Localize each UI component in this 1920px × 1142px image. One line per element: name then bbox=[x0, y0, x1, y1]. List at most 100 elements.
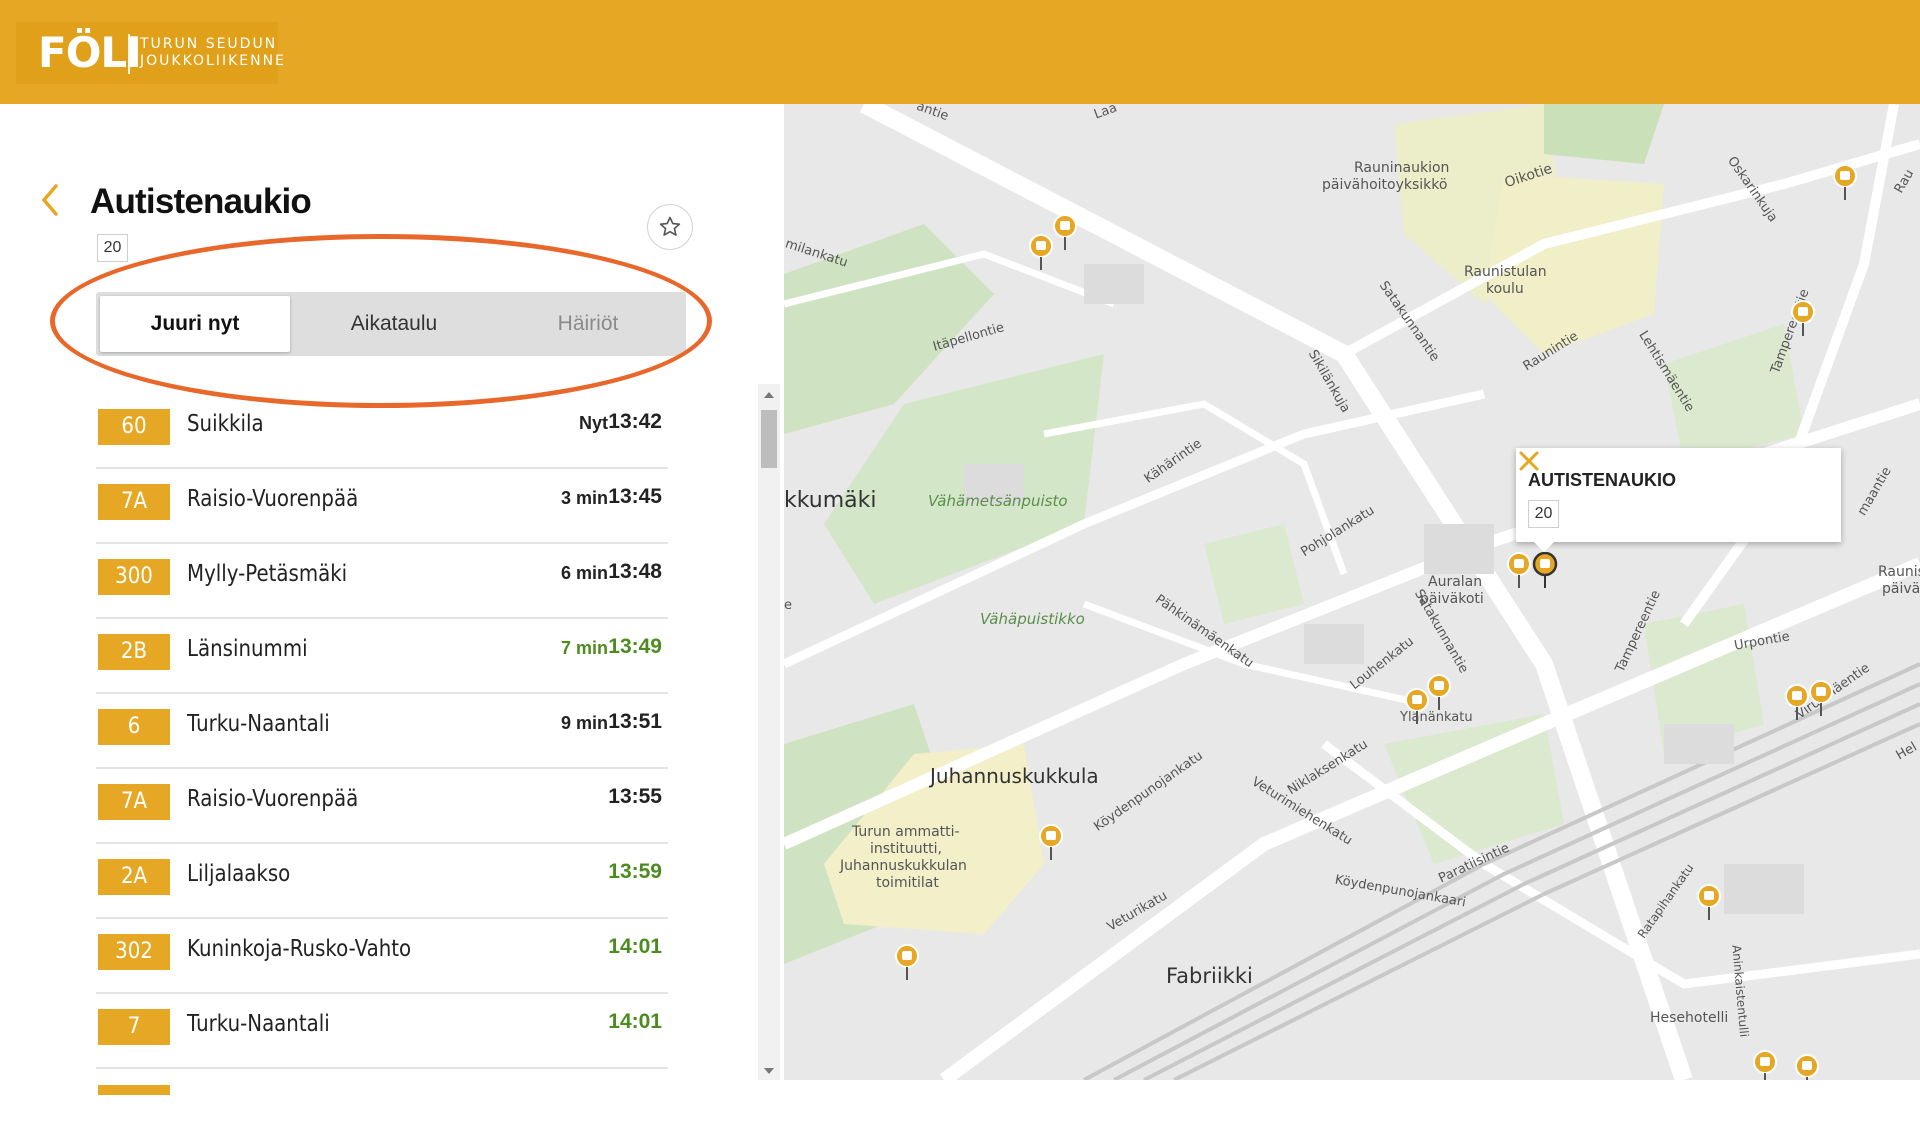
destination: Kuninkoja-Rusko-Vahto bbox=[187, 936, 412, 962]
tab-bar: Juuri nyt Aikataulu Häiriöt bbox=[96, 292, 686, 356]
map-label: Juhannuskukkulan bbox=[840, 858, 967, 874]
bus-stop-pin-icon[interactable] bbox=[1696, 884, 1722, 922]
minutes-until: Nyt bbox=[578, 413, 608, 433]
map-label: päivä bbox=[1882, 581, 1920, 597]
line-badge bbox=[98, 1085, 170, 1095]
stop-popup: AUTISTENAUKIO 20 bbox=[1516, 448, 1841, 552]
line-badge: 2B bbox=[98, 634, 170, 670]
departure-row-partial[interactable] bbox=[96, 1067, 668, 1142]
back-button[interactable] bbox=[36, 180, 66, 220]
bus-stop-pin-icon[interactable] bbox=[1794, 1054, 1820, 1080]
map-label: päivähoitoyksikkö bbox=[1322, 177, 1448, 193]
map-label: Vähämetsänpuisto bbox=[928, 492, 1068, 510]
departure-row[interactable]: 300 Mylly-Petäsmäki 6 min 13:48 bbox=[96, 542, 668, 619]
line-badge: 2A bbox=[98, 859, 170, 895]
stop-panel: Autistenaukio 20 Juuri nyt Aikataulu Häi… bbox=[0, 104, 784, 1095]
departure-row[interactable]: 2B Länsinummi 7 min 13:49 bbox=[96, 617, 668, 694]
bus-stop-pin-icon[interactable] bbox=[1052, 214, 1078, 252]
destination: Länsinummi bbox=[187, 636, 308, 662]
minutes-until: 9 min bbox=[560, 713, 608, 733]
map-label: Rauninaukion bbox=[1354, 160, 1450, 176]
map-label: e bbox=[784, 598, 792, 613]
logo-subtitle: TURUN SEUDUN JOUKKOLIIKENNE bbox=[140, 36, 286, 70]
tab-hairiot[interactable]: Häiriöt bbox=[492, 292, 684, 356]
list-scrollbar[interactable] bbox=[758, 384, 780, 1080]
line-badge: 302 bbox=[98, 934, 170, 970]
logo-sub-line-1: TURUN SEUDUN bbox=[140, 36, 278, 52]
map-label: Fabriikki bbox=[1166, 964, 1253, 988]
line-badge: 7A bbox=[98, 484, 170, 520]
bus-stop-pin-icon[interactable] bbox=[1808, 680, 1834, 718]
popup-stop-number: 20 bbox=[1528, 500, 1559, 528]
favorite-button[interactable] bbox=[647, 204, 693, 250]
map-label: instituutti, bbox=[870, 841, 942, 857]
stop-number-badge: 20 bbox=[97, 234, 128, 262]
destination: Raisio-Vuorenpää bbox=[187, 786, 359, 812]
bus-stop-pin-icon[interactable] bbox=[1790, 300, 1816, 338]
line-badge: 300 bbox=[98, 559, 170, 595]
bus-stop-pin-icon[interactable] bbox=[1506, 552, 1532, 590]
map-label: Juhannuskukkula bbox=[930, 764, 1099, 788]
departure-time: 14:01 bbox=[608, 1010, 662, 1033]
minutes-until: 6 min bbox=[560, 563, 608, 583]
logo-sub-line-2: JOUKKOLIIKENNE bbox=[140, 53, 286, 69]
scroll-down-arrow-icon[interactable] bbox=[764, 1068, 774, 1074]
foli-logo[interactable]: FÖLI TURUN SEUDUN JOUKKOLIIKENNE bbox=[16, 22, 284, 84]
map-label: Auralan bbox=[1428, 574, 1483, 590]
departure-time: 13:42 bbox=[608, 410, 662, 433]
map-label: kkumäki bbox=[784, 488, 877, 513]
departure-time: 13:51 bbox=[608, 710, 662, 733]
bus-stop-pin-icon[interactable] bbox=[1784, 684, 1810, 722]
line-badge: 7 bbox=[98, 1009, 170, 1045]
bus-stop-pin-icon[interactable] bbox=[1752, 1050, 1778, 1080]
departure-row[interactable]: 6 Turku-Naantali 9 min 13:51 bbox=[96, 692, 668, 769]
logo-text: FÖLI bbox=[38, 28, 142, 77]
tab-juuri-nyt[interactable]: Juuri nyt bbox=[100, 296, 290, 352]
map-label: toimitilat bbox=[876, 875, 939, 891]
bus-stop-pin-icon[interactable] bbox=[1404, 688, 1430, 726]
departure-row[interactable]: 7 Turku-Naantali 14:01 bbox=[96, 992, 668, 1069]
scroll-up-arrow-icon[interactable] bbox=[764, 392, 774, 398]
map-view[interactable]: Rauninaukion päivähoitoyksikkö Oikotie R… bbox=[784, 104, 1920, 1080]
top-bar: FÖLI TURUN SEUDUN JOUKKOLIIKENNE bbox=[0, 0, 1920, 104]
popup-title: AUTISTENAUKIO bbox=[1528, 470, 1676, 490]
departure-row[interactable]: 7A Raisio-Vuorenpää 3 min 13:45 bbox=[96, 467, 668, 544]
destination: Suikkila bbox=[187, 411, 264, 437]
destination: Turku-Naantali bbox=[187, 711, 330, 737]
minutes-until: 7 min bbox=[560, 638, 608, 658]
line-badge: 6 bbox=[98, 709, 170, 745]
tab-aikataulu[interactable]: Aikataulu bbox=[298, 292, 490, 356]
destination: Liljalaakso bbox=[187, 861, 291, 887]
bus-stop-pin-selected-icon[interactable] bbox=[1532, 552, 1558, 590]
bus-stop-pin-icon[interactable] bbox=[1832, 164, 1858, 202]
departure-time: 13:59 bbox=[608, 860, 662, 883]
departure-row[interactable]: 2A Liljalaakso 13:59 bbox=[96, 842, 668, 919]
departure-time: 13:49 bbox=[608, 635, 662, 658]
map-label: koulu bbox=[1486, 281, 1524, 297]
bus-stop-pin-icon[interactable] bbox=[894, 944, 920, 982]
logo-divider bbox=[128, 34, 130, 74]
departure-time: 14:01 bbox=[608, 935, 662, 958]
departure-row[interactable]: 60 Suikkila Nyt 13:42 bbox=[96, 392, 668, 469]
line-badge: 60 bbox=[98, 409, 170, 445]
map-label: Raunistulan bbox=[1464, 264, 1547, 280]
departure-row[interactable]: 302 Kuninkoja-Rusko-Vahto 14:01 bbox=[96, 917, 668, 994]
destination: Turku-Naantali bbox=[187, 1011, 330, 1037]
departure-time: 13:55 bbox=[608, 785, 662, 808]
departure-time: 13:48 bbox=[608, 560, 662, 583]
line-badge: 7A bbox=[98, 784, 170, 820]
star-icon bbox=[659, 216, 681, 236]
map-background bbox=[784, 104, 1920, 1080]
map-label: Vähäpuistikko bbox=[980, 610, 1085, 628]
map-label: Hesehotelli bbox=[1650, 1010, 1729, 1026]
bus-stop-pin-icon[interactable] bbox=[1038, 824, 1064, 862]
map-label: Turun ammatti- bbox=[852, 824, 960, 840]
scrollbar-thumb[interactable] bbox=[761, 410, 777, 468]
stop-title: Autistenaukio bbox=[90, 182, 312, 221]
destination: Mylly-Petäsmäki bbox=[187, 561, 348, 587]
chevron-left-icon bbox=[41, 184, 58, 216]
minutes-until: 3 min bbox=[560, 488, 608, 508]
departure-row[interactable]: 7A Raisio-Vuorenpää 13:55 bbox=[96, 767, 668, 844]
bus-stop-pin-icon[interactable] bbox=[1028, 234, 1054, 272]
close-icon[interactable] bbox=[1516, 448, 1542, 474]
